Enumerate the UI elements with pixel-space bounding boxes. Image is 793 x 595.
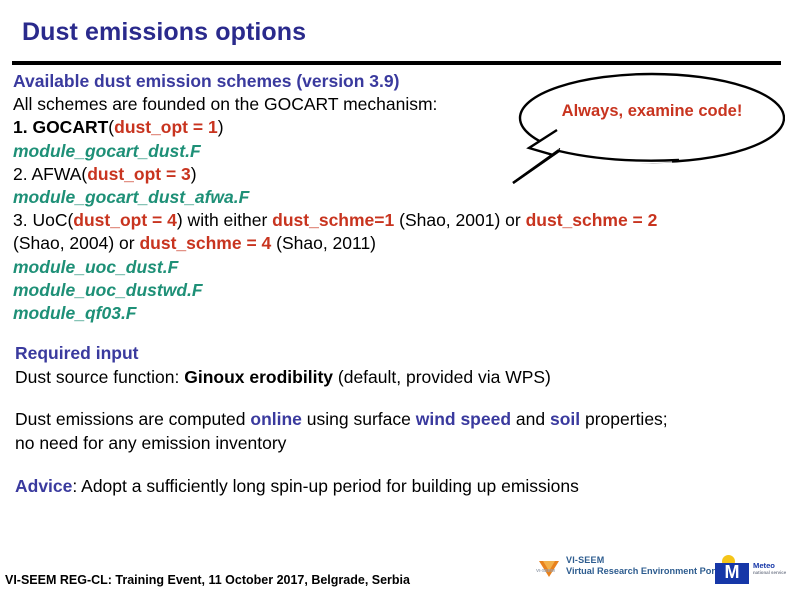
- scheme-1-paren-close: ): [217, 117, 224, 138]
- online-emissions-line-1: Dust emissions are computed online using…: [15, 408, 785, 432]
- advice-line: Advice: Adopt a sufficiently long spin-u…: [15, 475, 785, 499]
- scheme-2-module-line: module_gocart_dust_afwa.F: [13, 186, 781, 209]
- required-input-section: Required input Dust source function: Gin…: [15, 342, 785, 389]
- scheme-3-ref-2: (Shao, 2004) or: [13, 233, 140, 254]
- online-emissions-section: Dust emissions are computed online using…: [15, 408, 785, 455]
- online-emissions-line-2: no need for any emission inventory: [15, 432, 287, 453]
- meteo-logo-letter: M: [724, 562, 740, 582]
- scheme-3-mid: with either: [182, 210, 273, 231]
- scheme-3-module-b-line: module_uoc_dustwd.F: [13, 279, 781, 302]
- required-input-body-line: Dust source function: Ginoux erodibility…: [15, 366, 785, 390]
- scheme-1-module-line: module_gocart_dust.F: [13, 140, 781, 163]
- schemes-intro: All schemes are founded on the GOCART me…: [13, 94, 438, 115]
- required-input-heading: Required input: [15, 343, 139, 363]
- scheme-3-option: dust_opt = 4: [73, 210, 177, 231]
- online-part-4: properties;: [580, 409, 668, 429]
- required-input-heading-line: Required input: [15, 342, 785, 366]
- schemes-heading-line: Available dust emission schemes (version…: [13, 70, 781, 93]
- scheme-3-module-a-line: module_uoc_dust.F: [13, 256, 781, 279]
- online-part-3: and: [511, 409, 550, 429]
- footer-event-text: VI-SEEM REG-CL: Training Event, 11 Octob…: [5, 573, 410, 587]
- advice-section: Advice: Adopt a sufficiently long spin-u…: [15, 475, 785, 499]
- scheme-3-module-c-line: module_qf03.F: [13, 302, 781, 325]
- scheme-3-module-a: module_uoc_dust.F: [13, 256, 179, 277]
- scheme-2-label: 2. AFWA: [13, 163, 82, 184]
- scheme-1-option: dust_opt = 1: [114, 117, 218, 138]
- meteo-logo-name: Meteo: [753, 561, 775, 570]
- online-emphasis-wind-speed: wind speed: [415, 409, 512, 429]
- viseem-watermark-text: VI-SEEM: [536, 568, 555, 573]
- scheme-3-dustschme-1: dust_schme=1: [272, 210, 395, 231]
- scheme-3-ref-1: (Shao, 2001) or: [394, 210, 526, 231]
- advice-label: Advice: [15, 476, 73, 496]
- dust-source-function-note: (default, provided via WPS): [333, 366, 551, 387]
- scheme-1-module: module_gocart_dust.F: [13, 140, 201, 161]
- viseem-logo-name: VI-SEEM: [566, 555, 605, 565]
- scheme-2-line: 2. AFWA(dust_opt = 3): [13, 163, 781, 186]
- online-part-2: using surface: [301, 409, 416, 429]
- scheme-1-line: 1. GOCART(dust_opt = 1): [13, 116, 781, 139]
- scheme-2-paren-close: ): [190, 163, 197, 184]
- scheme-2-option: dust_opt = 3: [87, 163, 191, 184]
- scheme-3-module-c: module_qf03.F: [13, 303, 137, 324]
- scheme-2-module: module_gocart_dust_afwa.F: [13, 187, 250, 208]
- online-emphasis-online: online: [250, 409, 302, 429]
- scheme-1-label: 1. GOCART: [13, 117, 109, 138]
- scheme-3-line: 3. UoC(dust_opt = 4) with either dust_sc…: [13, 209, 781, 232]
- advice-text: : Adopt a sufficiently long spin-up peri…: [72, 476, 579, 496]
- meteo-logo: M Meteo national service: [713, 555, 791, 585]
- scheme-3-line-2: (Shao, 2004) or dust_schme = 4 (Shao, 20…: [13, 232, 781, 255]
- online-part-1: Dust emissions are computed: [15, 409, 251, 429]
- scheme-3-dustschme-4: dust_schme = 4: [139, 233, 272, 254]
- schemes-heading: Available dust emission schemes (version…: [13, 71, 400, 91]
- meteo-logo-subtitle: national service: [753, 570, 787, 575]
- schemes-intro-line: All schemes are founded on the GOCART me…: [13, 93, 781, 116]
- slide-canvas: Dust emissions options Available dust em…: [0, 0, 793, 595]
- title-divider: [12, 61, 781, 65]
- scheme-3-ref-3: (Shao, 2011): [271, 233, 377, 254]
- online-emphasis-soil: soil: [549, 409, 581, 429]
- dust-source-function-label: Dust source function:: [15, 366, 185, 387]
- scheme-3-label: 3. UoC: [13, 210, 68, 231]
- scheme-3-module-b: module_uoc_dustwd.F: [13, 279, 203, 300]
- schemes-block: Available dust emission schemes (version…: [13, 70, 781, 325]
- page-title: Dust emissions options: [22, 18, 307, 46]
- ginoux-erodibility-value: Ginoux erodibility: [184, 366, 334, 387]
- viseem-logo-subtitle: Virtual Research Environment Portal: [566, 566, 726, 576]
- viseem-logo: VI-SEEM VI-SEEM Virtual Research Environ…: [536, 555, 726, 585]
- scheme-3-dustschme-2: dust_schme = 2: [525, 210, 658, 231]
